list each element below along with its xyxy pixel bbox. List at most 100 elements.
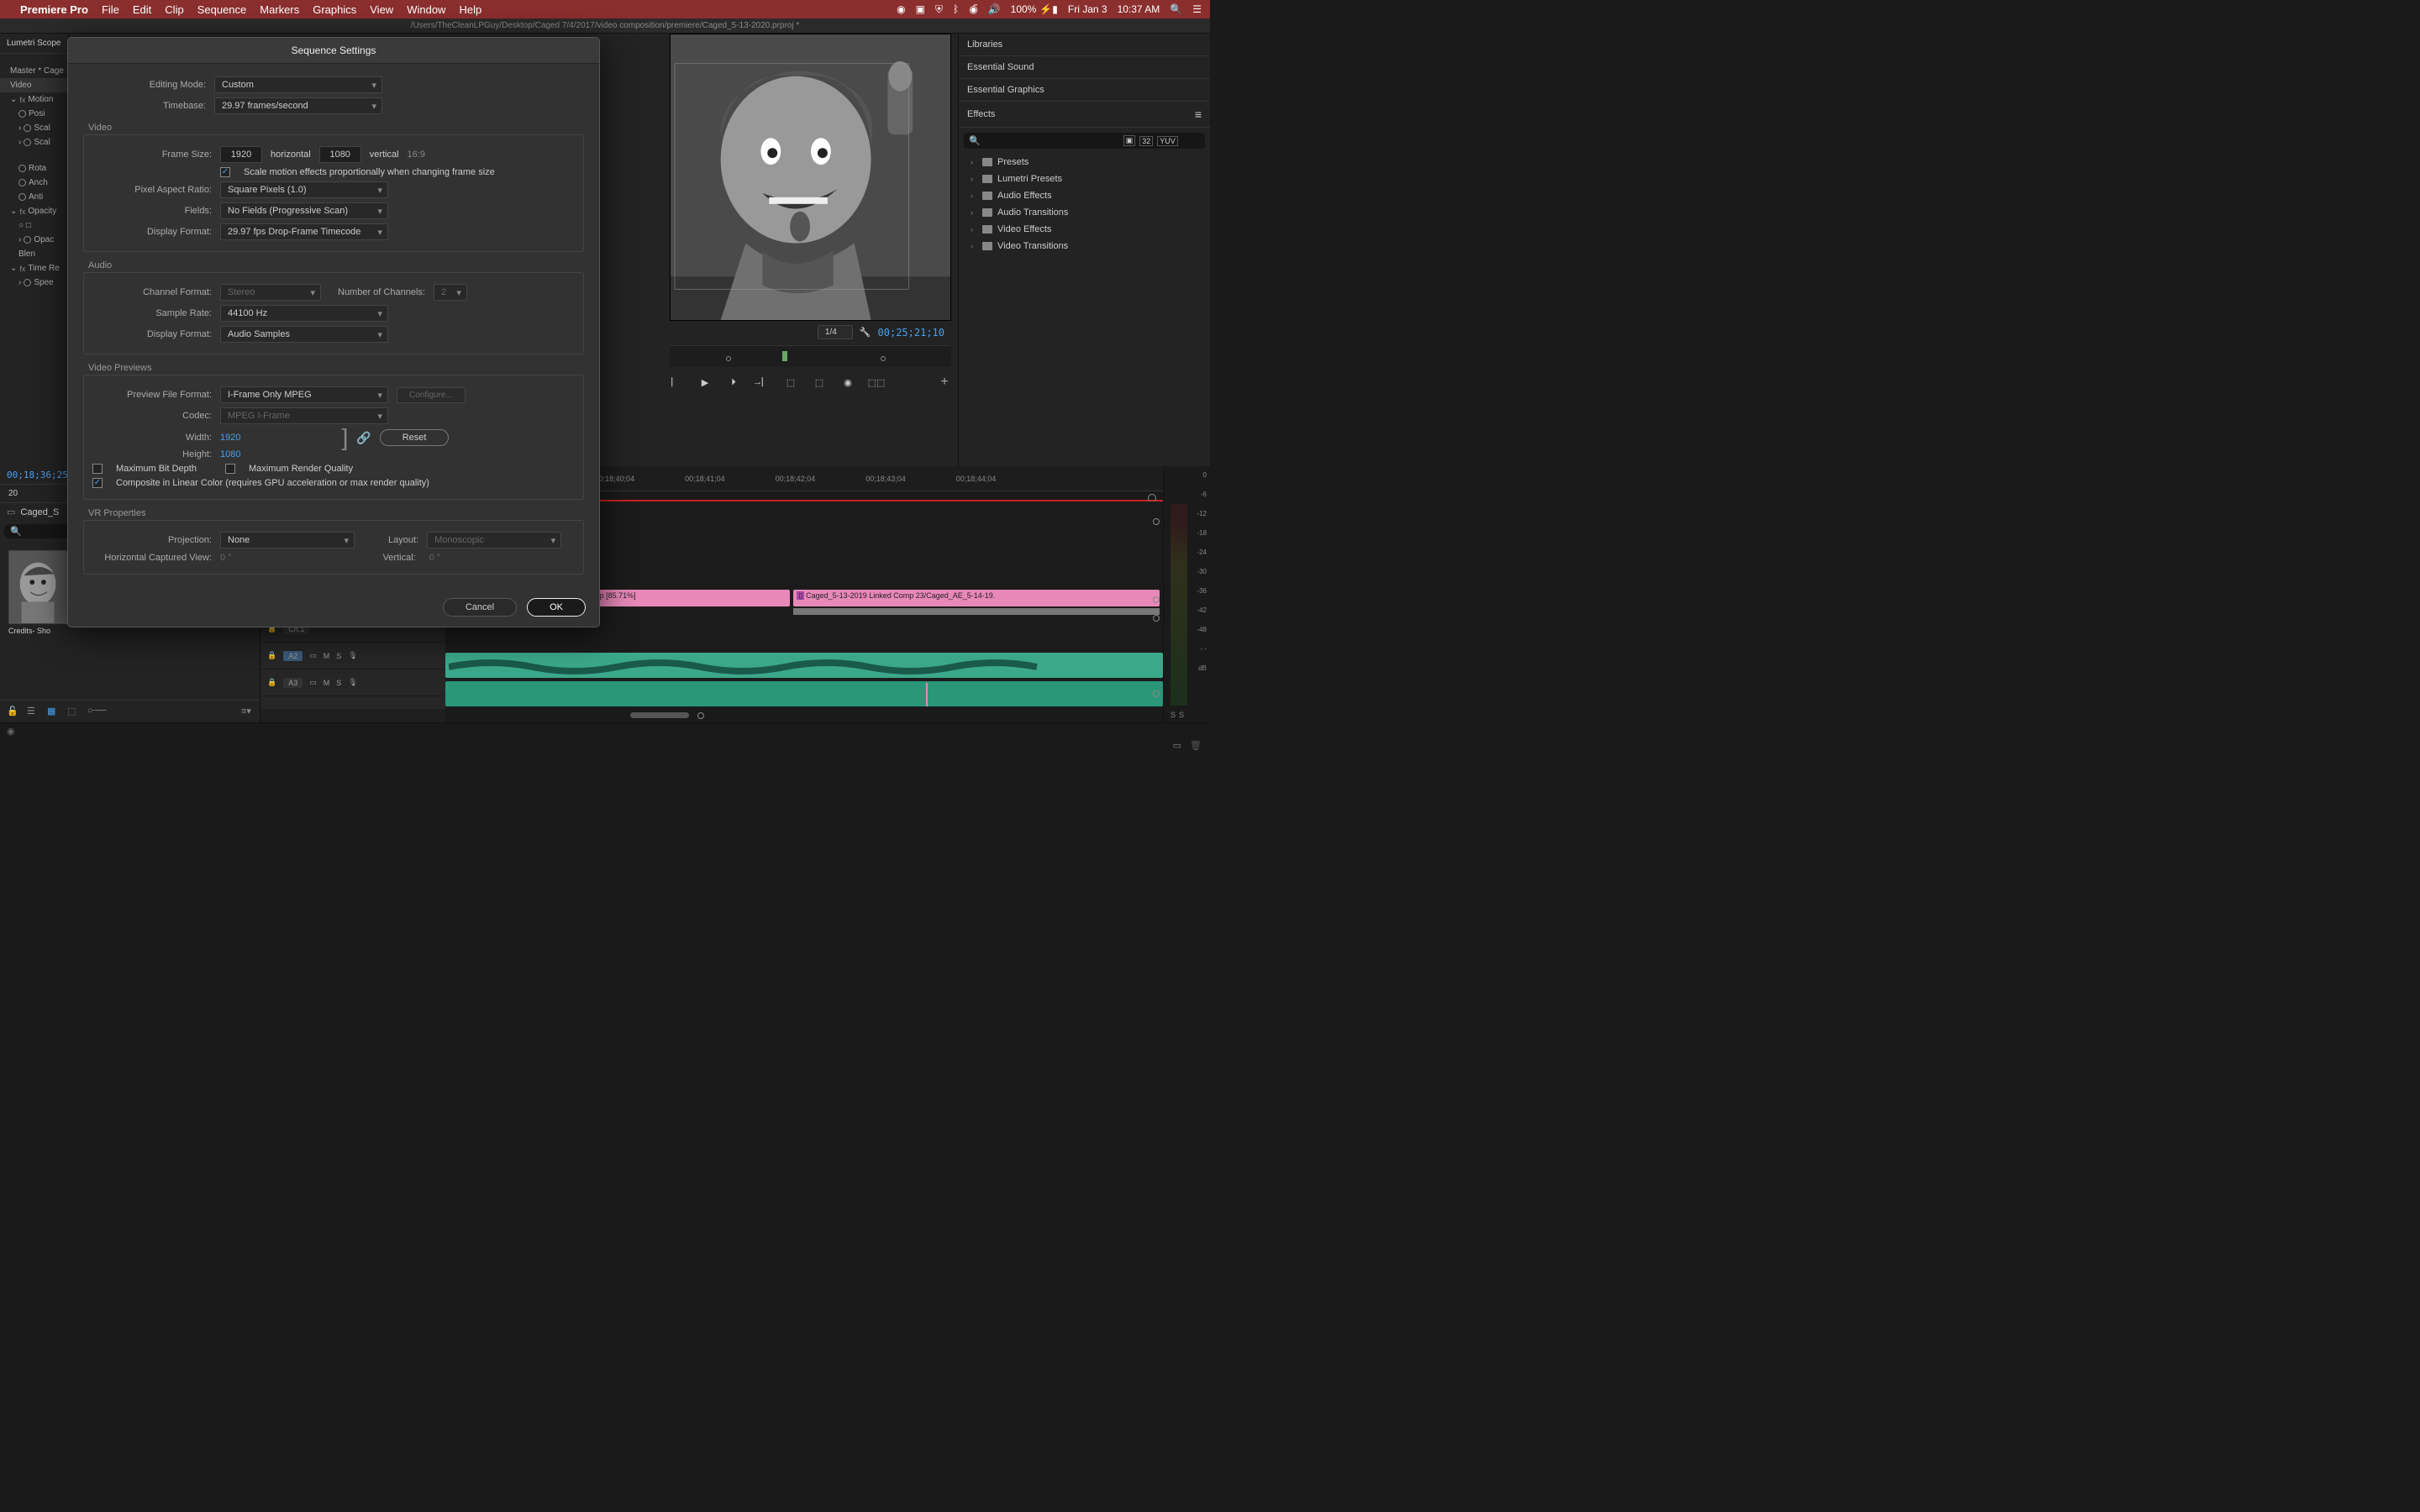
icon-view-icon[interactable]: ▦	[47, 706, 59, 717]
timebase-select[interactable]: 29.97 frames/second	[214, 97, 382, 114]
cancel-button[interactable]: Cancel	[443, 598, 517, 617]
menu-markers[interactable]: Markers	[260, 3, 299, 16]
date-display[interactable]: Fri Jan 3	[1068, 3, 1107, 15]
scale2-prop[interactable]: ›Scal	[0, 135, 68, 150]
linked-clip-strip[interactable]	[793, 608, 1160, 615]
anchor-prop[interactable]: Anch	[0, 176, 68, 190]
menu-sequence[interactable]: Sequence	[197, 3, 247, 16]
menu-edit[interactable]: Edit	[133, 3, 151, 16]
scale-effects-checkbox[interactable]	[220, 167, 230, 177]
opacity-effect[interactable]: ⌄fxOpacity	[0, 204, 68, 218]
projection-select[interactable]: None	[220, 532, 355, 549]
video-effects-folder[interactable]: ›Video Effects	[959, 221, 1210, 238]
fields-select[interactable]: No Fields (Progressive Scan)	[220, 202, 388, 219]
position-prop[interactable]: Posi	[0, 107, 68, 121]
sort-icon[interactable]: ≡▾	[241, 706, 253, 717]
audio-clip-1[interactable]	[445, 653, 1163, 678]
compare-button[interactable]: ⬚⬚	[870, 375, 883, 389]
bin-icon[interactable]: ▭	[7, 507, 15, 517]
program-timecode[interactable]: 00;25;21;10	[878, 327, 944, 339]
scale-prop[interactable]: ›Scal	[0, 121, 68, 135]
speed-prop[interactable]: ›Spee	[0, 276, 68, 290]
effects-search-input[interactable]	[985, 136, 1119, 145]
opacity-prop[interactable]: ›Opac	[0, 233, 68, 247]
settings-icon[interactable]	[860, 327, 871, 338]
new-bin-icon[interactable]: ▭	[1173, 740, 1181, 751]
ok-button[interactable]: OK	[527, 598, 586, 617]
menu-graphics[interactable]: Graphics	[313, 3, 356, 16]
opacity-masks[interactable]: ○ □	[0, 218, 68, 233]
menu-window[interactable]: Window	[407, 3, 445, 16]
video-clip-2[interactable]: ▯Caged_5-13-2019 Linked Comp 23/Caged_AE…	[793, 590, 1160, 606]
shield-icon[interactable]: ⛨	[935, 3, 943, 16]
video-transitions-folder[interactable]: ›Video Transitions	[959, 238, 1210, 255]
zoom-handle[interactable]	[630, 712, 689, 718]
mark-in-button[interactable]: ⎸	[670, 375, 683, 389]
cc-status-icon[interactable]: ◉	[7, 726, 15, 737]
badge-icon-1[interactable]: ▣	[1123, 135, 1136, 146]
badge-icon-3[interactable]: YUV	[1157, 136, 1178, 146]
menu-help[interactable]: Help	[459, 3, 481, 16]
proj-tab-1[interactable]: 20	[3, 486, 23, 501]
export-frame-button[interactable]: ◉	[841, 375, 855, 389]
motion-effect[interactable]: ⌄fxMotion	[0, 92, 68, 107]
menu-file[interactable]: File	[102, 3, 119, 16]
libraries-tab[interactable]: Libraries	[959, 34, 1210, 56]
volume-icon[interactable]: 🔊	[988, 3, 1001, 15]
program-ruler[interactable]	[670, 345, 951, 367]
button-editor-icon[interactable]	[938, 375, 951, 389]
preview-format-select[interactable]: I-Frame Only MPEG	[220, 386, 388, 403]
blend-prop[interactable]: Blen	[0, 247, 68, 261]
presets-folder[interactable]: ›Presets	[959, 154, 1210, 171]
display-format-select[interactable]: 29.97 fps Drop-Frame Timecode	[220, 223, 388, 240]
effects-search[interactable]: 🔍 ▣ 32 YUV	[964, 133, 1205, 149]
menu-view[interactable]: View	[370, 3, 393, 16]
source-timecode[interactable]: 00;18;36;25	[7, 470, 68, 480]
project-thumbnail[interactable]	[8, 550, 74, 624]
frame-height-input[interactable]	[319, 146, 361, 163]
bluetooth-icon[interactable]: ᛒ	[953, 3, 959, 15]
menu-clip[interactable]: Clip	[165, 3, 183, 16]
zoom-slider[interactable]: ○──	[87, 706, 99, 717]
sample-rate-select[interactable]: 44100 Hz	[220, 305, 388, 322]
badge-icon-2[interactable]: 32	[1139, 136, 1153, 146]
max-bit-depth-checkbox[interactable]	[92, 464, 103, 474]
reset-button[interactable]: Reset	[380, 429, 450, 446]
audio-transitions-folder[interactable]: ›Audio Transitions	[959, 204, 1210, 221]
wifi-icon[interactable]: ◉᷇	[969, 3, 977, 15]
editing-mode-select[interactable]: Custom	[214, 76, 382, 93]
effects-tab[interactable]: Effects	[959, 102, 1210, 128]
time-display[interactable]: 10:37 AM	[1118, 3, 1160, 15]
time-remap-effect[interactable]: ⌄fxTime Re	[0, 261, 68, 276]
play-button[interactable]: ▶	[698, 375, 712, 389]
preview-height-value[interactable]: 1080	[220, 449, 240, 459]
par-select[interactable]: Square Pixels (1.0)	[220, 181, 388, 198]
link-icon[interactable]: 🔗	[356, 431, 371, 445]
max-render-checkbox[interactable]	[225, 464, 235, 474]
essential-sound-tab[interactable]: Essential Sound	[959, 56, 1210, 79]
search-icon[interactable]: 🔍	[1170, 3, 1182, 15]
solo-r[interactable]: S	[1179, 711, 1184, 719]
mark-out-button[interactable]: →⎸	[755, 375, 769, 389]
lock-icon[interactable]: 🔓	[7, 706, 18, 717]
status-icon[interactable]: ▣	[916, 3, 925, 15]
menu-icon[interactable]: ☰	[1192, 3, 1202, 15]
audio-clip-2[interactable]	[445, 681, 1163, 706]
rotation-prop[interactable]: Rota	[0, 161, 68, 176]
lumetri-presets-folder[interactable]: ›Lumetri Presets	[959, 171, 1210, 187]
track-a2-header[interactable]: 🔒A2▭MS🎙	[260, 643, 445, 669]
anti-prop[interactable]: Anti	[0, 190, 68, 204]
battery-indicator[interactable]: 100% ⚡▮	[1011, 3, 1058, 15]
timeline-zoom-bar[interactable]	[445, 709, 1163, 722]
panel-menu-icon[interactable]	[1195, 108, 1202, 121]
breadcrumb[interactable]: Caged_S	[20, 507, 59, 517]
delete-icon[interactable]: 🗑	[1190, 740, 1202, 751]
video-section[interactable]: Video	[0, 78, 68, 92]
audio-display-select[interactable]: Audio Samples	[220, 326, 388, 343]
track-a3-header[interactable]: 🔒A3▭MS🎙	[260, 669, 445, 696]
extract-button[interactable]: ⬚	[813, 375, 826, 389]
list-view-icon[interactable]: ☰	[27, 706, 39, 717]
composite-checkbox[interactable]	[92, 478, 103, 488]
project-item[interactable]: Credits- Sho	[8, 550, 74, 635]
zoom-select[interactable]: 1/4	[818, 325, 853, 339]
